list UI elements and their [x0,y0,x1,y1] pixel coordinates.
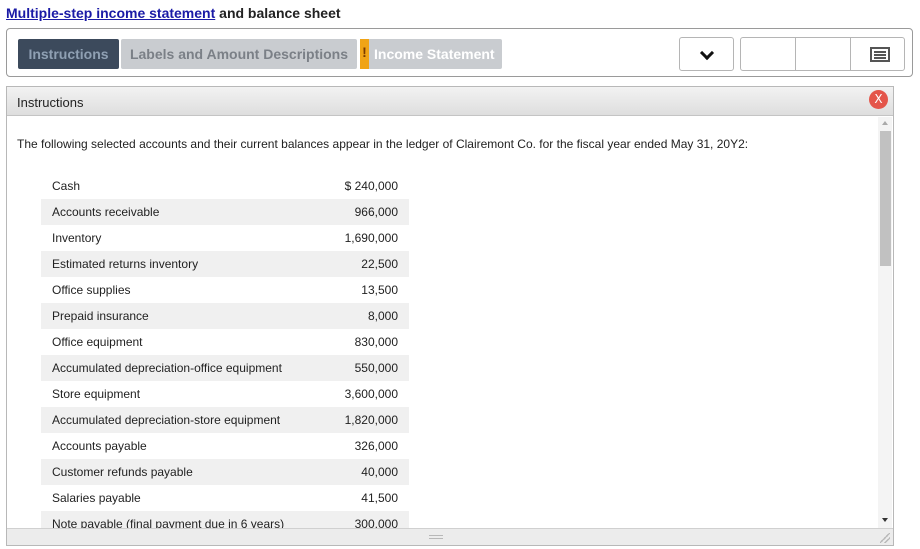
account-balance: $ 240,000 [344,179,398,193]
scroll-up-icon[interactable] [882,121,888,125]
corner-resize-icon[interactable] [880,533,890,543]
account-balance: 300,000 [299,511,409,528]
account-name: Office supplies [52,283,131,297]
account-name: Salaries payable [52,491,141,505]
tab-income-statement[interactable]: ! Income Statement [360,39,502,69]
table-row: Store equipment 3,600,000 [41,381,409,407]
page-title-suffix: and balance sheet [215,5,341,21]
account-balance: 22,500 [299,251,409,277]
table-row: Accounts receivable 966,000 [41,199,409,225]
table-row: Office supplies 13,500 [41,277,409,303]
table-row: Salaries payable 41,500 [41,485,409,511]
account-balance: 41,500 [361,491,398,505]
table-row: Cash $ 240,000 [41,173,409,199]
nav-blank-button-1[interactable] [740,37,796,71]
panel-body: The following selected accounts and thei… [7,117,879,528]
table-row: Prepaid insurance 8,000 [41,303,409,329]
menu-button[interactable] [850,37,905,71]
menu-icon [870,47,890,62]
table-row: Estimated returns inventory 22,500 [41,251,409,277]
tab-bar: Instructions Labels and Amount Descripti… [6,28,913,77]
tab-income-statement-label: Income Statement [374,46,495,62]
table-row: Accumulated depreciation-store equipment… [41,407,409,433]
table-row: Note payable (final payment due in 6 yea… [41,511,409,528]
table-row: Inventory 1,690,000 [41,225,409,251]
account-balance: 40,000 [299,459,409,485]
tab-labels-and-amount-descriptions[interactable]: Labels and Amount Descriptions [121,39,357,69]
account-name: Inventory [52,231,102,245]
table-row: Accumulated depreciation-office equipmen… [41,355,409,381]
instructions-panel: Instructions X The following selected ac… [6,86,894,546]
account-balance: 13,500 [361,283,398,297]
account-name: Accumulated depreciation-store equipment [41,407,299,433]
tab-dropdown-button[interactable] [679,37,734,71]
warning-flag-icon: ! [360,39,369,69]
account-balance: 1,690,000 [344,231,398,245]
account-balance: 550,000 [299,355,409,381]
table-row: Customer refunds payable 40,000 [41,459,409,485]
account-balance: 1,820,000 [299,407,409,433]
instructions-text: The following selected accounts and thei… [17,137,749,151]
account-name: Prepaid insurance [41,303,299,329]
table-row: Office equipment 830,000 [41,329,409,355]
scroll-down-icon[interactable] [882,518,888,522]
scrollbar-thumb[interactable] [880,131,891,266]
account-name: Store equipment [52,387,141,401]
account-balance: 966,000 [299,199,409,225]
account-name: Cash [52,179,81,193]
resize-grip-icon[interactable] [429,535,443,539]
account-balance: 830,000 [354,335,398,349]
account-name: Estimated returns inventory [41,251,299,277]
account-name: Office equipment [52,335,143,349]
account-name: Note payable (final payment due in 6 yea… [41,511,299,528]
account-name: Accounts payable [52,439,147,453]
accounts-table: Cash $ 240,000 Accounts receivable 966,000 I… [41,173,409,528]
table-row: Accounts payable 326,000 [41,433,409,459]
vertical-scrollbar[interactable] [878,117,892,528]
close-icon[interactable]: X [869,90,888,109]
panel-resize-bar[interactable] [7,528,893,545]
nav-blank-button-2[interactable] [795,37,851,71]
account-name: Accumulated depreciation-office equipmen… [41,355,299,381]
account-balance: 326,000 [354,439,398,453]
account-balance: 8,000 [299,303,409,329]
account-name: Customer refunds payable [41,459,299,485]
panel-header: Instructions X [7,87,893,116]
assignment-title-link[interactable]: Multiple-step income statement [6,5,215,21]
panel-title: Instructions [17,95,84,110]
tab-instructions[interactable]: Instructions [18,39,119,69]
account-balance: 3,600,000 [344,387,398,401]
chevron-down-icon [699,45,715,61]
account-name: Accounts receivable [41,199,299,225]
page-title: Multiple-step income statement and balan… [6,5,341,21]
